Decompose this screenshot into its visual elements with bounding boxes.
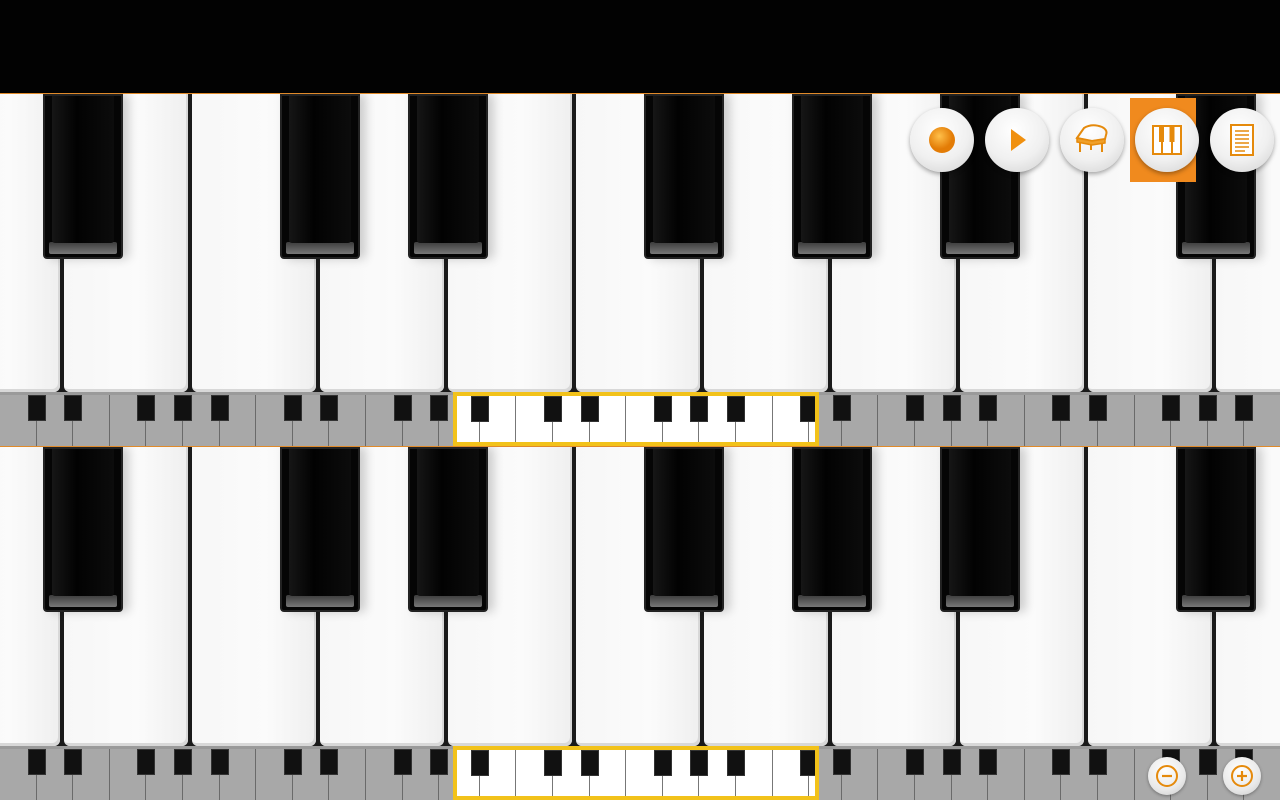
mini-black-key: [430, 749, 449, 775]
mini-black-key: [64, 749, 83, 775]
mini-black-key: [1198, 395, 1217, 421]
black-key[interactable]: [792, 94, 872, 259]
mini-black-key: [174, 749, 192, 775]
black-key[interactable]: [408, 94, 488, 259]
mini-black-key: [393, 749, 412, 775]
mini-black-key: [1162, 395, 1181, 421]
mini-black-key: [1198, 749, 1217, 775]
mini-black-key: [1052, 749, 1071, 775]
mini-black-key: [210, 749, 229, 775]
zoom-in-button[interactable]: [1223, 757, 1261, 795]
play-button[interactable]: [985, 108, 1049, 172]
black-key[interactable]: [43, 94, 123, 259]
mini-black-key: [979, 749, 998, 775]
top-bar: [0, 0, 1280, 92]
mini-black-key: [137, 395, 156, 421]
mini-black-key: [580, 750, 599, 776]
mini-black-key: [832, 749, 851, 775]
mini-black-key: [800, 396, 815, 422]
mini-black-key: [283, 749, 302, 775]
mini-black-key: [470, 750, 489, 776]
record-icon: [929, 127, 955, 153]
visible-range-window[interactable]: [453, 392, 819, 446]
mini-black-key: [1089, 395, 1107, 421]
mini-black-key: [393, 395, 412, 421]
mini-black-key: [832, 395, 851, 421]
lower-keyboard-navigator[interactable]: [0, 746, 1280, 800]
mini-black-key: [430, 395, 449, 421]
mini-black-key: [64, 395, 83, 421]
keyboard-layout-button[interactable]: [1135, 108, 1199, 172]
black-key[interactable]: [280, 94, 360, 259]
mini-black-key: [580, 396, 599, 422]
black-key[interactable]: [408, 447, 488, 612]
black-key[interactable]: [644, 447, 724, 612]
upper-keyboard-navigator[interactable]: [0, 392, 1280, 447]
mini-black-key: [690, 750, 709, 776]
mini-black-key: [470, 396, 489, 422]
mini-black-key: [174, 395, 192, 421]
mini-black-key: [942, 395, 961, 421]
mini-black-key: [906, 749, 924, 775]
black-key[interactable]: [1176, 447, 1256, 612]
black-key[interactable]: [280, 447, 360, 612]
mini-black-key: [653, 750, 672, 776]
mini-black-key: [1235, 395, 1254, 421]
black-key[interactable]: [644, 94, 724, 259]
mini-black-key: [727, 750, 745, 776]
mini-black-key: [544, 750, 562, 776]
mini-black-key: [942, 749, 961, 775]
grand-piano-icon: [1075, 124, 1108, 152]
record-button[interactable]: [910, 108, 974, 172]
mini-black-key: [27, 395, 46, 421]
zoom-out-icon: [1156, 765, 1178, 787]
play-icon: [1011, 129, 1026, 151]
mini-black-key: [800, 750, 815, 776]
mini-black-key: [1089, 749, 1107, 775]
mini-black-key: [979, 395, 998, 421]
black-key[interactable]: [792, 447, 872, 612]
piano-keys-icon: [1152, 125, 1182, 155]
mini-black-key: [653, 396, 672, 422]
visible-range-window[interactable]: [453, 746, 819, 800]
zoom-out-button[interactable]: [1148, 757, 1186, 795]
zoom-in-icon: [1231, 765, 1253, 787]
document-icon: [1230, 124, 1254, 156]
mini-black-key: [906, 395, 924, 421]
mini-black-key: [1052, 395, 1071, 421]
mini-black-key: [544, 396, 562, 422]
mini-black-key: [320, 749, 339, 775]
mini-black-key: [210, 395, 229, 421]
mini-black-key: [727, 396, 745, 422]
lower-keyboard[interactable]: [0, 447, 1280, 746]
toolbar: [908, 98, 1280, 182]
sheet-button[interactable]: [1210, 108, 1274, 172]
mini-black-key: [137, 749, 156, 775]
mini-black-key: [690, 396, 709, 422]
instrument-button[interactable]: [1060, 108, 1124, 172]
mini-black-key: [27, 749, 46, 775]
mini-black-key: [320, 395, 339, 421]
black-key[interactable]: [43, 447, 123, 612]
mini-black-key: [283, 395, 302, 421]
black-key[interactable]: [940, 447, 1020, 612]
